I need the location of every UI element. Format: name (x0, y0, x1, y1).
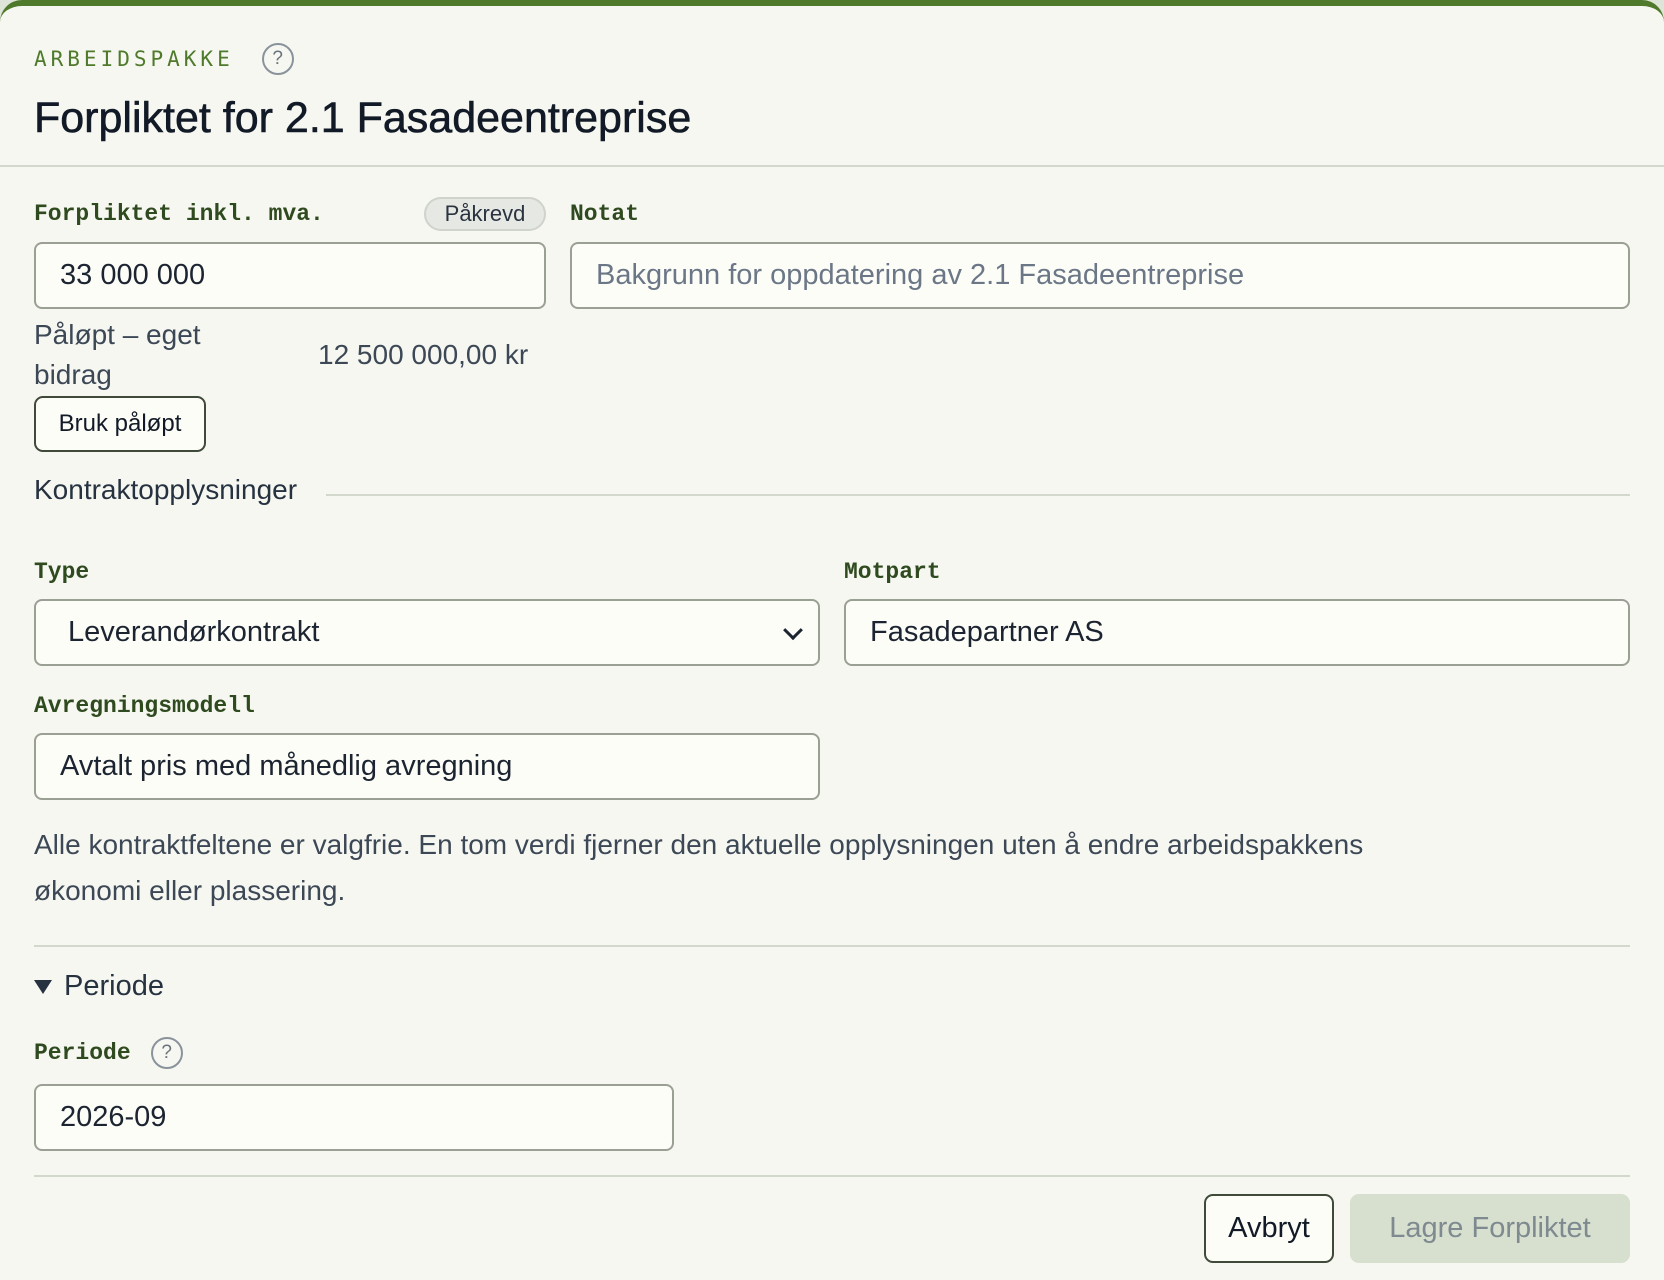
contract-hint-line2: økonomi eller plassering. (34, 875, 346, 906)
note-label: Notat (570, 201, 640, 227)
help-icon[interactable]: ? (150, 1037, 183, 1069)
committed-label: Forpliktet inkl. mva. (34, 201, 324, 227)
period-label-row: Periode ? (34, 1037, 183, 1069)
type-select-value: Leverandørkontrakt (68, 616, 320, 648)
counterparty-input[interactable]: Fasadepartner AS (844, 599, 1630, 666)
type-select[interactable]: Leverandørkontrakt (34, 599, 820, 666)
period-disclosure[interactable]: Periode (34, 970, 164, 1003)
accrued-label: Påløpt – eget bidrag (34, 315, 201, 395)
dialog-header: ARBEIDSPAKKE ? Forpliktet for 2.1 Fasade… (0, 6, 1664, 167)
dialog: ARBEIDSPAKKE ? Forpliktet for 2.1 Fasade… (0, 0, 1664, 1280)
period-label: Periode (34, 1040, 131, 1066)
committed-amount-input[interactable]: 33 000 000 (34, 242, 546, 309)
eyebrow-label: ARBEIDSPAKKE (34, 47, 234, 71)
counterparty-label: Motpart (844, 559, 941, 585)
chevron-down-icon (783, 619, 803, 640)
help-icon[interactable]: ? (261, 43, 294, 75)
use-accrued-button[interactable]: Bruk påløpt (34, 396, 206, 452)
save-button[interactable]: Lagre Forpliktet (1350, 1194, 1630, 1263)
note-input[interactable]: Bakgrunn for oppdatering av 2.1 Fasadeen… (570, 242, 1630, 309)
page-title: Forpliktet for 2.1 Fasadeentreprise (34, 94, 692, 143)
type-label: Type (34, 559, 90, 585)
period-input[interactable]: 2026-09 (34, 1084, 674, 1151)
accrued-label-line1: Påløpt – eget (34, 319, 201, 350)
settlement-input[interactable]: Avtalt pris med månedlig avregning (34, 733, 820, 800)
settlement-label: Avregningsmodell (34, 693, 255, 719)
contract-section-title: Kontraktopplysninger (34, 474, 298, 505)
required-badge: Påkrevd (424, 197, 546, 231)
footer-divider (34, 1175, 1630, 1177)
triangle-down-icon (34, 979, 52, 994)
period-disclosure-title: Periode (64, 970, 164, 1002)
accrued-value: 12 500 000,00 kr (318, 339, 529, 370)
dialog-body: Forpliktet inkl. mva. Påkrevd 33 000 000… (0, 167, 1664, 1280)
contract-hint: Alle kontraktfeltene er valgfrie. En tom… (34, 822, 1554, 914)
divider (34, 945, 1630, 947)
section-divider (326, 494, 1630, 496)
contract-hint-line1: Alle kontraktfeltene er valgfrie. En tom… (34, 829, 1364, 860)
accrued-label-line2: bidrag (34, 359, 112, 390)
cancel-button[interactable]: Avbryt (1204, 1194, 1334, 1263)
eyebrow-row: ARBEIDSPAKKE ? (34, 40, 1630, 78)
